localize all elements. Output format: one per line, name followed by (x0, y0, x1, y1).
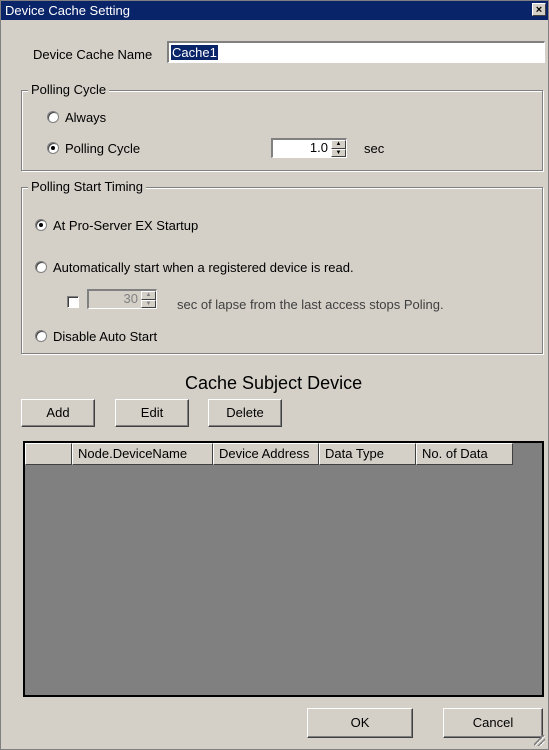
cache-name-input[interactable]: Cache1 (167, 41, 545, 63)
auto-start-label: Automatically start when a registered de… (53, 260, 354, 275)
cache-name-label: Device Cache Name (33, 47, 153, 62)
lapse-value: 30 (123, 291, 138, 306)
spin-up-icon[interactable]: ▲ (141, 291, 156, 300)
lapse-checkbox[interactable] (67, 296, 79, 308)
lapse-label: sec of lapse from the last access stops … (177, 297, 444, 312)
edit-button[interactable]: Edit (115, 399, 189, 427)
spin-down-icon[interactable]: ▼ (331, 148, 346, 157)
title-bar[interactable]: Device Cache Setting × (1, 1, 548, 20)
column-header-select[interactable] (25, 443, 72, 465)
polling-cycle-spinner[interactable]: 1.0 ▲ ▼ (271, 138, 347, 158)
column-header-no-of-data[interactable]: No. of Data (416, 443, 513, 465)
column-header-node-device-name[interactable]: Node.DeviceName (72, 443, 213, 465)
close-icon[interactable]: × (532, 3, 546, 16)
at-startup-radio[interactable] (35, 219, 47, 231)
window-title: Device Cache Setting (5, 3, 131, 18)
auto-start-radio[interactable] (35, 261, 47, 273)
delete-button[interactable]: Delete (208, 399, 282, 427)
spin-down-icon[interactable]: ▼ (141, 299, 156, 308)
cancel-button[interactable]: Cancel (443, 708, 543, 738)
ok-button[interactable]: OK (307, 708, 413, 738)
polling-cycle-group: Polling Cycle (21, 82, 543, 171)
column-header-device-address[interactable]: Device Address (213, 443, 319, 465)
add-button[interactable]: Add (21, 399, 95, 427)
always-label: Always (65, 110, 107, 125)
always-radio[interactable] (47, 111, 59, 123)
polling-cycle-radio[interactable] (47, 142, 59, 154)
polling-cycle-legend: Polling Cycle (28, 82, 110, 97)
cache-subject-title: Cache Subject Device (185, 373, 363, 393)
polling-cycle-label: Polling Cycle (65, 141, 141, 156)
lapse-spinner[interactable]: 30 ▲ ▼ (87, 289, 157, 309)
polling-cycle-value: 1.0 (309, 140, 328, 155)
disable-auto-start-label: Disable Auto Start (53, 329, 158, 344)
at-startup-label: At Pro-Server EX Startup (53, 218, 199, 233)
disable-auto-start-radio[interactable] (35, 330, 47, 342)
resize-grip-icon[interactable] (534, 735, 545, 746)
polling-cycle-unit: sec (364, 141, 385, 156)
cache-name-value: Cache1 (171, 45, 218, 60)
device-cache-setting-dialog: Device Cache Setting × Device Cache Name… (0, 0, 549, 750)
spin-up-icon[interactable]: ▲ (331, 140, 346, 149)
device-list[interactable]: Node.DeviceName Device Address Data Type… (23, 441, 544, 697)
column-header-data-type[interactable]: Data Type (319, 443, 416, 465)
polling-start-legend: Polling Start Timing (28, 179, 146, 194)
